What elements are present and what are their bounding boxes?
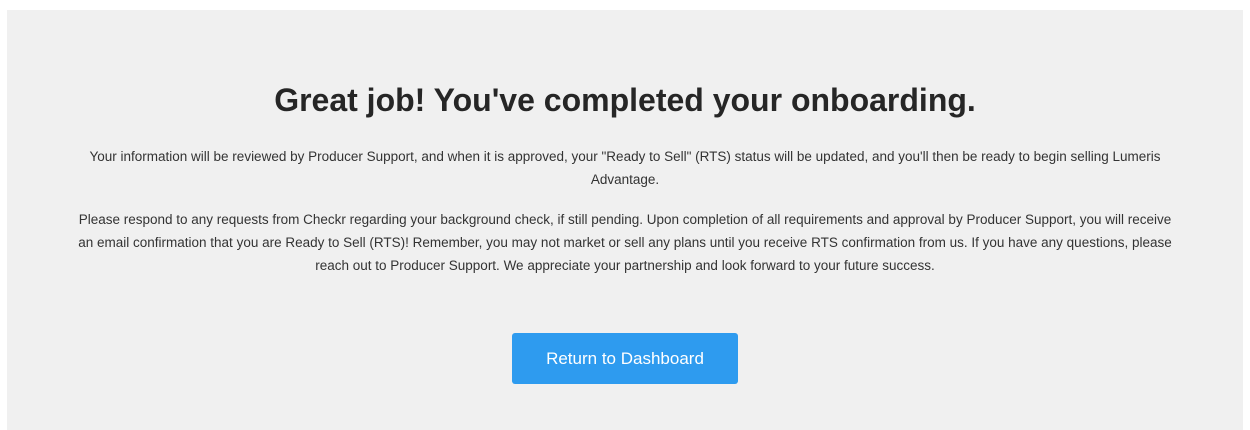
review-info-text: Your information will be reviewed by Pro…	[89, 149, 1161, 187]
page-title: Great job! You've completed your onboard…	[274, 82, 976, 118]
return-to-dashboard-button[interactable]: Return to Dashboard	[512, 333, 738, 384]
onboarding-complete-panel: Great job! You've completed your onboard…	[7, 10, 1243, 430]
next-steps-text: Please respond to any requests from Chec…	[78, 212, 1172, 273]
